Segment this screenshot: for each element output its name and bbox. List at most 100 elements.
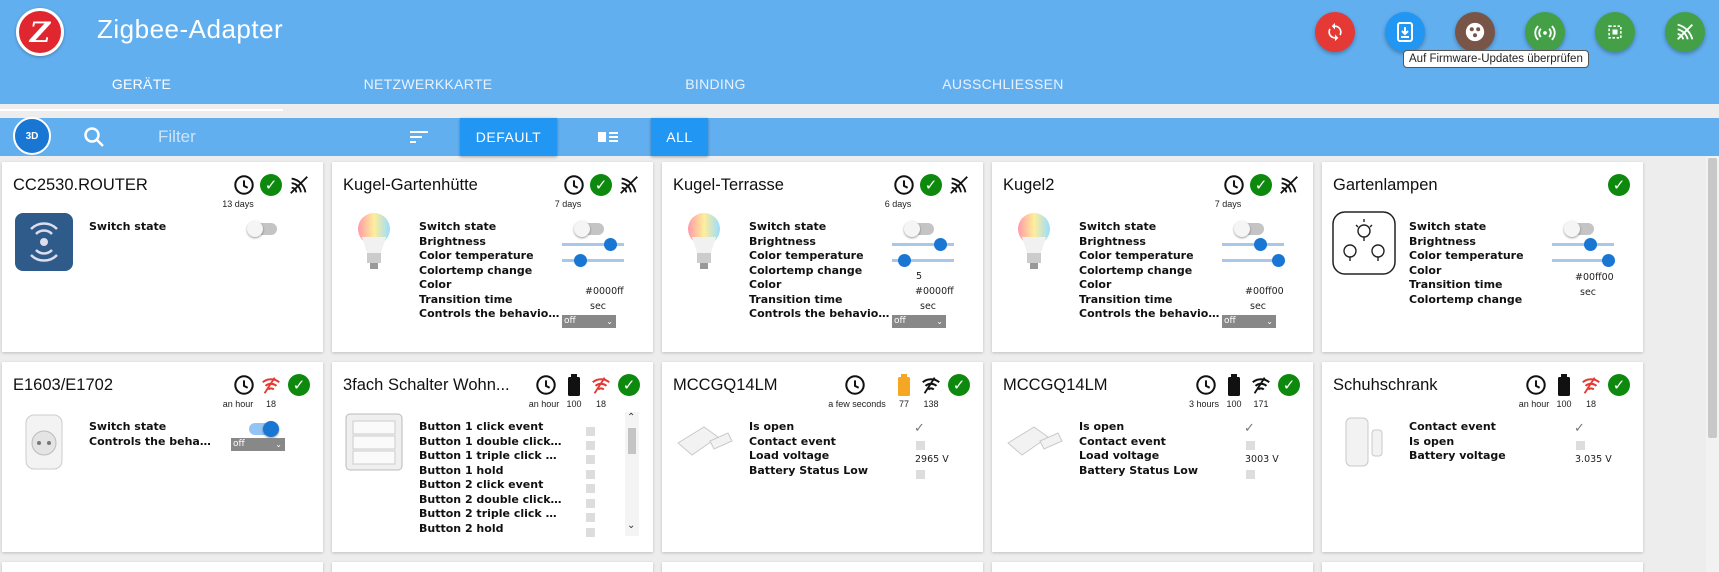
color-value: #0000ff	[585, 286, 624, 297]
event-checkbox[interactable]	[586, 455, 595, 464]
device-title: 3fach Schalter Wohn...	[343, 376, 510, 394]
switch-toggle[interactable]	[249, 421, 279, 437]
switch-toggle[interactable]	[904, 221, 934, 237]
state-label: Color temperature	[749, 249, 864, 262]
contact-sensor-image	[1334, 412, 1394, 472]
signal-button[interactable]	[1525, 12, 1565, 52]
state-label: Colortemp change	[749, 263, 863, 277]
color-temp-slider[interactable]	[1222, 254, 1285, 267]
device-card[interactable]: Schuhschrank an hour 100 18 ✓ Contact ev…	[1322, 362, 1643, 552]
battery-low-checkbox[interactable]	[916, 470, 925, 479]
state-label: Transition time	[749, 292, 843, 306]
device-card[interactable]: E1603/E1702 an hour 18 ✓ Switch state Co…	[2, 362, 323, 552]
color-temp-slider[interactable]	[1552, 254, 1615, 267]
battery-low-checkbox[interactable]	[1246, 470, 1255, 479]
device-card[interactable]: CC2530.ROUTER 13 days ✓ Switch state	[2, 162, 323, 352]
device-card[interactable]: MCCGQ14LM a few seconds 77 138 ✓ Is open…	[662, 362, 983, 552]
scroll-up-icon[interactable]: ⌃	[627, 412, 635, 423]
device-card[interactable]	[1322, 562, 1643, 572]
refresh-button[interactable]	[1315, 12, 1355, 52]
state-label: Button 1 click event	[419, 420, 544, 433]
event-checkbox[interactable]	[586, 528, 595, 537]
device-card[interactable]	[992, 562, 1313, 572]
device-card[interactable]: Kugel2 7 days ✓ Switch state Brightness …	[992, 162, 1313, 352]
signal-icon	[1534, 25, 1556, 41]
groups-button[interactable]	[1455, 12, 1495, 52]
color-temp-slider[interactable]	[892, 254, 954, 267]
color-temp-slider[interactable]	[562, 254, 624, 267]
chip-button[interactable]	[1595, 12, 1635, 52]
state-label: Transition time	[1409, 278, 1503, 291]
device-card[interactable]: Kugel-Gartenhütte 7 days ✓ Switch state …	[332, 162, 653, 352]
device-title: Kugel-Gartenhütte	[343, 176, 478, 194]
behavior-select[interactable]: off ⌄	[892, 315, 946, 328]
scroll-down-icon[interactable]: ⌄	[627, 520, 635, 531]
card-view-button[interactable]	[588, 127, 628, 147]
event-checkbox[interactable]	[586, 484, 595, 493]
switch-toggle[interactable]	[247, 221, 277, 237]
zigbee-adapter-app: Z Zigbee-Adapter Auf Firmware-Updates üb…	[0, 0, 1719, 572]
event-checkbox[interactable]	[586, 441, 595, 450]
device-card[interactable]: 3fach Schalter Wohn... an hour 100 18 ✓ …	[332, 362, 653, 552]
filter-input[interactable]	[158, 125, 398, 149]
brightness-slider[interactable]	[1222, 238, 1284, 251]
brightness-slider[interactable]	[1552, 238, 1614, 251]
tab-binding[interactable]: BINDING	[573, 76, 858, 104]
transition-unit: sec	[1250, 301, 1267, 312]
tab-network-map[interactable]: NETZWERKKARTE	[283, 76, 573, 104]
all-filter-button[interactable]: ALL	[651, 118, 708, 156]
door-sensor-icon	[677, 426, 733, 456]
state-label: Contact event	[749, 434, 836, 448]
device-title: Kugel2	[1003, 176, 1055, 194]
firmware-update-button[interactable]	[1385, 12, 1425, 52]
state-label: Button 1 double click ev...	[419, 434, 564, 448]
no-link-icon	[1276, 172, 1302, 198]
event-checkbox[interactable]	[586, 427, 595, 436]
behavior-select[interactable]: off ⌄	[231, 438, 285, 451]
contact-checkbox[interactable]	[916, 441, 925, 450]
zigbee-logo: Z	[16, 8, 64, 56]
event-checkbox[interactable]	[586, 470, 595, 479]
state-label: Button 1 triple click event	[419, 449, 564, 462]
state-list: Switch state Brightness Color temperatur…	[1079, 220, 1224, 322]
device-title: Schuhschrank	[1333, 376, 1438, 394]
state-scrollbar-thumb[interactable]	[628, 428, 636, 454]
state-label: Color temperature	[419, 249, 534, 262]
scrollbar-thumb[interactable]	[1708, 158, 1717, 438]
brightness-slider[interactable]	[892, 238, 954, 251]
pairing-button[interactable]	[1665, 12, 1705, 52]
battery-label: 77	[898, 399, 909, 409]
3d-view-button[interactable]: 3D	[13, 117, 51, 155]
default-view-button[interactable]: DEFAULT	[460, 118, 557, 156]
contact-checkbox[interactable]	[1246, 441, 1255, 450]
device-card[interactable]: Gartenlampen ✓ Switch state Brightness C…	[1322, 162, 1643, 352]
device-card[interactable]	[332, 562, 653, 572]
device-card[interactable]: MCCGQ14LM 3 hours 100 171 ✓ Is open Cont…	[992, 362, 1313, 552]
event-checkbox[interactable]	[586, 499, 595, 508]
open-checkbox[interactable]	[1576, 441, 1585, 450]
last-seen-label: 7 days	[554, 199, 582, 209]
switch-toggle[interactable]	[1234, 221, 1264, 237]
group-image	[1331, 210, 1397, 276]
event-checkbox[interactable]	[586, 513, 595, 522]
sort-icon[interactable]	[408, 128, 430, 146]
state-label: Contact event	[1079, 434, 1166, 448]
device-card[interactable]: Kugel-Terrasse 6 days ✓ Switch state Bri…	[662, 162, 983, 352]
device-card[interactable]	[662, 562, 983, 572]
state-label: Switch state	[89, 420, 167, 433]
tab-devices[interactable]: GERÄTE	[0, 76, 283, 104]
state-label: Colortemp change	[1409, 292, 1523, 306]
switch-toggle[interactable]	[574, 221, 604, 237]
transition-unit: sec	[590, 301, 607, 312]
state-label: Button 1 hold	[419, 463, 504, 477]
brightness-slider[interactable]	[562, 238, 624, 251]
device-card[interactable]	[2, 562, 323, 572]
tab-exclude[interactable]: AUSSCHLIESSEN	[858, 76, 1148, 104]
behavior-select[interactable]: off ⌄	[562, 315, 616, 328]
state-label: Switch state	[89, 220, 167, 233]
switch-toggle[interactable]	[1564, 221, 1594, 237]
status-ok-icon: ✓	[616, 372, 642, 398]
behavior-select[interactable]: off ⌄	[1222, 315, 1276, 328]
state-scrollbar[interactable]: ⌃ ⌄	[625, 412, 639, 536]
state-label: Is open	[749, 420, 795, 433]
